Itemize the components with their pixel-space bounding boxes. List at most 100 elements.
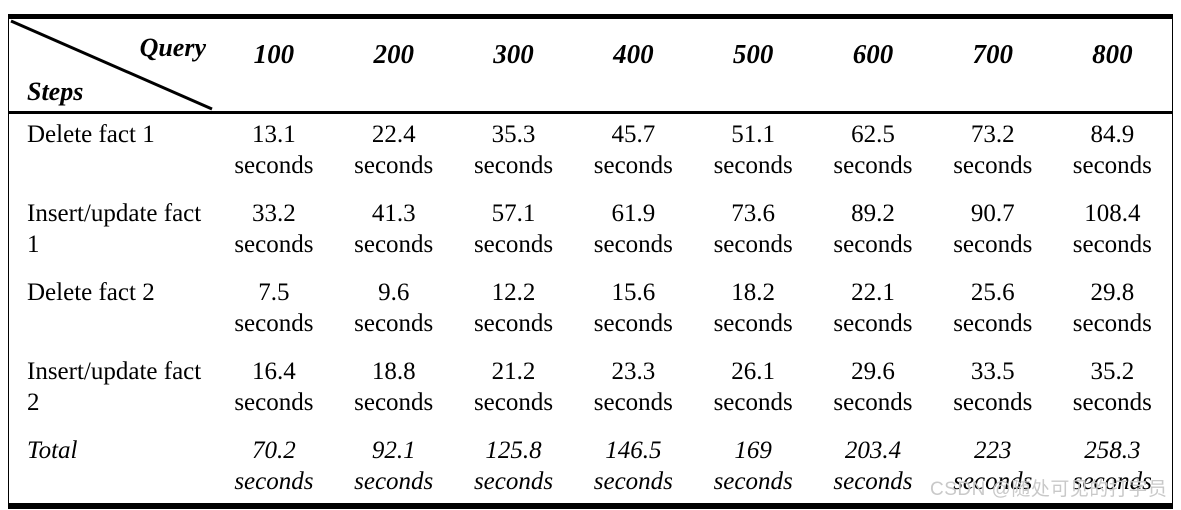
row-label: Insert/update fact 1 <box>8 193 214 272</box>
cell-unit: seconds <box>234 231 314 258</box>
cell-value: 21.2 <box>491 358 536 385</box>
table-cell: 70.2 seconds <box>214 430 334 509</box>
cell-value: 33.5 <box>970 358 1015 385</box>
table-cell: 18.8 seconds <box>334 351 454 430</box>
cell-value: 92.1 <box>371 437 416 464</box>
cell-value: 61.9 <box>611 200 656 227</box>
cell-value: 35.2 <box>1090 358 1135 385</box>
table-cell: 35.2 seconds <box>1052 351 1173 430</box>
cell-value: 73.6 <box>731 200 776 227</box>
table-cell: 89.2 seconds <box>813 193 933 272</box>
table-cell: 203.4 seconds <box>813 430 933 509</box>
cell-value: 51.1 <box>731 121 776 148</box>
table-cell: 223 seconds <box>932 430 1053 509</box>
column-header-800: 800 <box>1052 14 1173 114</box>
cell-value: 7.5 <box>258 279 290 306</box>
row-label: Delete fact 1 <box>8 112 214 193</box>
cell-value: 203.4 <box>844 437 902 464</box>
cell-unit: seconds <box>953 468 1033 495</box>
table-row: Delete fact 1 13.1 seconds 22.4 seconds … <box>8 112 1173 194</box>
table-cell: 21.2 seconds <box>454 351 574 430</box>
cell-value: 84.9 <box>1090 121 1135 148</box>
table-cell: 23.3 seconds <box>573 351 693 430</box>
cell-unit: seconds <box>354 468 434 495</box>
table-cell: 33.5 seconds <box>933 351 1053 430</box>
table-cell: 15.6 seconds <box>573 272 693 351</box>
cell-value: 22.4 <box>371 121 416 148</box>
cell-value: 18.8 <box>371 358 416 385</box>
cell-value: 9.6 <box>378 279 410 306</box>
cell-value: 258.3 <box>1084 437 1141 464</box>
cell-value: 29.8 <box>1090 279 1135 306</box>
table-cell: 16.4 seconds <box>214 351 334 430</box>
column-axis-label: Query <box>139 33 206 62</box>
cell-value: 18.2 <box>731 279 776 306</box>
cell-value: 146.5 <box>605 437 662 464</box>
cell-unit: seconds <box>833 468 913 495</box>
column-header-400: 400 <box>573 14 694 114</box>
cell-value: 13.1 <box>252 121 296 148</box>
table-row: Insert/update fact 2 16.4 seconds 18.8 s… <box>8 351 1173 430</box>
cell-unit: seconds <box>354 152 434 179</box>
cell-value: 33.2 <box>252 200 296 227</box>
table-cell: 146.5 seconds <box>573 430 694 509</box>
cell-unit: seconds <box>234 310 314 337</box>
table-cell: 45.7 seconds <box>573 113 693 194</box>
table-cell: 62.5 seconds <box>813 113 933 194</box>
row-axis-label: Steps <box>27 76 84 106</box>
header-row: Query Steps 100 200 300 400 500 600 700 … <box>8 14 1173 114</box>
corner-header-cell: Query Steps <box>8 14 214 114</box>
column-header-500: 500 <box>693 14 814 114</box>
table-page: Query Steps 100 200 300 400 500 600 700 … <box>0 0 1181 510</box>
table-cell: 57.1 seconds <box>454 193 574 272</box>
column-header-700: 700 <box>932 14 1053 114</box>
table-cell: 90.7 seconds <box>933 193 1053 272</box>
cell-value: 70.2 <box>252 437 296 464</box>
cell-value: 12.2 <box>491 279 536 306</box>
cell-value: 73.2 <box>970 121 1015 148</box>
table-cell: 73.6 seconds <box>693 193 813 272</box>
cell-value: 62.5 <box>851 121 895 148</box>
table-cell: 169 seconds <box>693 430 814 509</box>
performance-table: Query Steps 100 200 300 400 500 600 700 … <box>8 14 1173 509</box>
table-cell: 29.6 seconds <box>813 351 933 430</box>
cell-value: 15.6 <box>611 279 656 306</box>
table-cell: 84.9 seconds <box>1052 112 1173 193</box>
cell-unit: seconds <box>953 152 1033 179</box>
column-header-100: 100 <box>214 14 334 114</box>
table-cell: 41.3 seconds <box>334 193 454 272</box>
cell-unit: seconds <box>354 389 434 416</box>
table-cell: 51.1 seconds <box>693 113 813 194</box>
cell-unit: seconds <box>953 231 1033 258</box>
cell-value: 125.8 <box>485 437 542 464</box>
table-row: Insert/update fact 1 33.2 seconds 41.3 s… <box>8 193 1173 272</box>
table-cell: 7.5 seconds <box>214 272 334 351</box>
table-cell: 18.2 seconds <box>693 272 813 351</box>
row-label-total: Total <box>8 430 214 509</box>
table-cell: 9.6 seconds <box>334 272 454 351</box>
cell-value: 29.6 <box>851 358 895 385</box>
cell-value: 108.4 <box>1084 200 1141 227</box>
cell-unit: seconds <box>713 468 793 495</box>
table-cell: 35.3 seconds <box>454 113 574 194</box>
cell-value: 57.1 <box>491 200 536 227</box>
cell-unit: seconds <box>593 389 673 416</box>
table-cell: 13.1 seconds <box>214 113 334 194</box>
table-cell: 73.2 seconds <box>933 113 1053 194</box>
cell-unit: seconds <box>593 231 673 258</box>
cell-value: 223 <box>974 437 1012 464</box>
table-row-total: Total 70.2 seconds 92.1 seconds 125.8 se… <box>8 430 1173 509</box>
table-cell: 92.1 seconds <box>333 430 454 509</box>
table-cell: 25.6 seconds <box>933 272 1053 351</box>
cell-unit: seconds <box>593 468 673 495</box>
cell-value: 41.3 <box>371 200 416 227</box>
table-body: Delete fact 1 13.1 seconds 22.4 seconds … <box>8 112 1173 509</box>
cell-unit: seconds <box>833 389 913 416</box>
cell-unit: seconds <box>1072 231 1152 258</box>
cell-unit: seconds <box>1072 152 1152 179</box>
column-header-200: 200 <box>333 14 454 114</box>
table-cell: 258.3 seconds <box>1052 430 1173 509</box>
cell-unit: seconds <box>593 152 673 179</box>
cell-value: 23.3 <box>611 358 656 385</box>
cell-unit: seconds <box>833 231 913 258</box>
